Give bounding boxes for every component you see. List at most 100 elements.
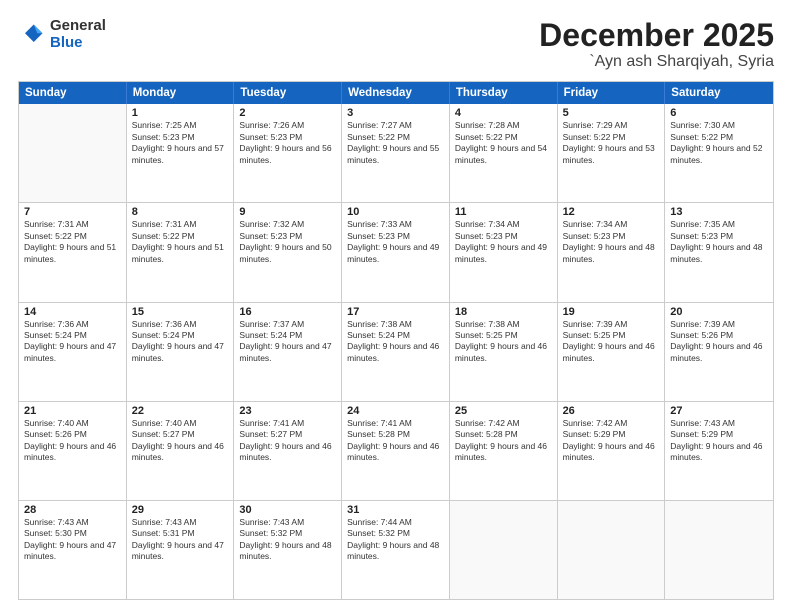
day-number: 5 bbox=[563, 107, 660, 119]
day-info: Sunrise: 7:34 AM Sunset: 5:23 PM Dayligh… bbox=[455, 219, 552, 265]
header-thursday: Thursday bbox=[450, 82, 558, 104]
cal-cell-r3-c1: 22Sunrise: 7:40 AM Sunset: 5:27 PM Dayli… bbox=[127, 402, 235, 500]
cal-cell-r0-c4: 4Sunrise: 7:28 AM Sunset: 5:22 PM Daylig… bbox=[450, 104, 558, 202]
day-info: Sunrise: 7:36 AM Sunset: 5:24 PM Dayligh… bbox=[24, 319, 121, 365]
cal-cell-r2-c4: 18Sunrise: 7:38 AM Sunset: 5:25 PM Dayli… bbox=[450, 303, 558, 401]
day-info: Sunrise: 7:30 AM Sunset: 5:22 PM Dayligh… bbox=[670, 120, 768, 166]
day-info: Sunrise: 7:43 AM Sunset: 5:31 PM Dayligh… bbox=[132, 517, 229, 563]
cal-cell-r3-c4: 25Sunrise: 7:42 AM Sunset: 5:28 PM Dayli… bbox=[450, 402, 558, 500]
day-number: 17 bbox=[347, 306, 444, 318]
cal-cell-r4-c2: 30Sunrise: 7:43 AM Sunset: 5:32 PM Dayli… bbox=[234, 501, 342, 599]
cal-cell-r3-c0: 21Sunrise: 7:40 AM Sunset: 5:26 PM Dayli… bbox=[19, 402, 127, 500]
day-number: 11 bbox=[455, 206, 552, 218]
calendar-row-2: 14Sunrise: 7:36 AM Sunset: 5:24 PM Dayli… bbox=[19, 303, 773, 402]
day-info: Sunrise: 7:34 AM Sunset: 5:23 PM Dayligh… bbox=[563, 219, 660, 265]
cal-cell-r2-c2: 16Sunrise: 7:37 AM Sunset: 5:24 PM Dayli… bbox=[234, 303, 342, 401]
day-info: Sunrise: 7:32 AM Sunset: 5:23 PM Dayligh… bbox=[239, 219, 336, 265]
day-number: 2 bbox=[239, 107, 336, 119]
cal-cell-r0-c5: 5Sunrise: 7:29 AM Sunset: 5:22 PM Daylig… bbox=[558, 104, 666, 202]
calendar-row-1: 7Sunrise: 7:31 AM Sunset: 5:22 PM Daylig… bbox=[19, 203, 773, 302]
cal-cell-r3-c2: 23Sunrise: 7:41 AM Sunset: 5:27 PM Dayli… bbox=[234, 402, 342, 500]
calendar-row-3: 21Sunrise: 7:40 AM Sunset: 5:26 PM Dayli… bbox=[19, 402, 773, 501]
day-info: Sunrise: 7:31 AM Sunset: 5:22 PM Dayligh… bbox=[132, 219, 229, 265]
calendar-header: Sunday Monday Tuesday Wednesday Thursday… bbox=[19, 82, 773, 104]
day-info: Sunrise: 7:44 AM Sunset: 5:32 PM Dayligh… bbox=[347, 517, 444, 563]
day-info: Sunrise: 7:26 AM Sunset: 5:23 PM Dayligh… bbox=[239, 120, 336, 166]
day-number: 12 bbox=[563, 206, 660, 218]
title-month: December 2025 bbox=[539, 18, 774, 53]
day-number: 18 bbox=[455, 306, 552, 318]
cal-cell-r3-c6: 27Sunrise: 7:43 AM Sunset: 5:29 PM Dayli… bbox=[665, 402, 773, 500]
day-info: Sunrise: 7:43 AM Sunset: 5:32 PM Dayligh… bbox=[239, 517, 336, 563]
cal-cell-r2-c6: 20Sunrise: 7:39 AM Sunset: 5:26 PM Dayli… bbox=[665, 303, 773, 401]
day-number: 19 bbox=[563, 306, 660, 318]
day-number: 31 bbox=[347, 504, 444, 516]
day-info: Sunrise: 7:43 AM Sunset: 5:30 PM Dayligh… bbox=[24, 517, 121, 563]
cal-cell-r3-c5: 26Sunrise: 7:42 AM Sunset: 5:29 PM Dayli… bbox=[558, 402, 666, 500]
day-info: Sunrise: 7:43 AM Sunset: 5:29 PM Dayligh… bbox=[670, 418, 768, 464]
day-info: Sunrise: 7:37 AM Sunset: 5:24 PM Dayligh… bbox=[239, 319, 336, 365]
header-sunday: Sunday bbox=[19, 82, 127, 104]
day-info: Sunrise: 7:33 AM Sunset: 5:23 PM Dayligh… bbox=[347, 219, 444, 265]
day-number: 3 bbox=[347, 107, 444, 119]
header-friday: Friday bbox=[558, 82, 666, 104]
day-info: Sunrise: 7:27 AM Sunset: 5:22 PM Dayligh… bbox=[347, 120, 444, 166]
cal-cell-r0-c1: 1Sunrise: 7:25 AM Sunset: 5:23 PM Daylig… bbox=[127, 104, 235, 202]
day-info: Sunrise: 7:39 AM Sunset: 5:25 PM Dayligh… bbox=[563, 319, 660, 365]
title-block: December 2025 `Ayn ash Sharqiyah, Syria bbox=[539, 18, 774, 71]
cal-cell-r1-c4: 11Sunrise: 7:34 AM Sunset: 5:23 PM Dayli… bbox=[450, 203, 558, 301]
day-number: 4 bbox=[455, 107, 552, 119]
day-info: Sunrise: 7:28 AM Sunset: 5:22 PM Dayligh… bbox=[455, 120, 552, 166]
cal-cell-r2-c1: 15Sunrise: 7:36 AM Sunset: 5:24 PM Dayli… bbox=[127, 303, 235, 401]
cal-cell-r2-c0: 14Sunrise: 7:36 AM Sunset: 5:24 PM Dayli… bbox=[19, 303, 127, 401]
header: General Blue December 2025 `Ayn ash Shar… bbox=[18, 18, 774, 71]
logo-text: General Blue bbox=[50, 18, 106, 51]
day-info: Sunrise: 7:36 AM Sunset: 5:24 PM Dayligh… bbox=[132, 319, 229, 365]
day-number: 22 bbox=[132, 405, 229, 417]
day-number: 27 bbox=[670, 405, 768, 417]
day-number: 29 bbox=[132, 504, 229, 516]
cal-cell-r4-c5 bbox=[558, 501, 666, 599]
day-number: 23 bbox=[239, 405, 336, 417]
cal-cell-r0-c2: 2Sunrise: 7:26 AM Sunset: 5:23 PM Daylig… bbox=[234, 104, 342, 202]
day-info: Sunrise: 7:38 AM Sunset: 5:24 PM Dayligh… bbox=[347, 319, 444, 365]
day-info: Sunrise: 7:42 AM Sunset: 5:29 PM Dayligh… bbox=[563, 418, 660, 464]
header-saturday: Saturday bbox=[665, 82, 773, 104]
day-number: 9 bbox=[239, 206, 336, 218]
cal-cell-r1-c5: 12Sunrise: 7:34 AM Sunset: 5:23 PM Dayli… bbox=[558, 203, 666, 301]
cal-cell-r2-c5: 19Sunrise: 7:39 AM Sunset: 5:25 PM Dayli… bbox=[558, 303, 666, 401]
cal-cell-r4-c0: 28Sunrise: 7:43 AM Sunset: 5:30 PM Dayli… bbox=[19, 501, 127, 599]
day-number: 25 bbox=[455, 405, 552, 417]
day-info: Sunrise: 7:35 AM Sunset: 5:23 PM Dayligh… bbox=[670, 219, 768, 265]
day-number: 13 bbox=[670, 206, 768, 218]
logo-icon bbox=[18, 21, 46, 49]
header-tuesday: Tuesday bbox=[234, 82, 342, 104]
cal-cell-r1-c2: 9Sunrise: 7:32 AM Sunset: 5:23 PM Daylig… bbox=[234, 203, 342, 301]
day-number: 15 bbox=[132, 306, 229, 318]
logo: General Blue bbox=[18, 18, 106, 51]
day-info: Sunrise: 7:42 AM Sunset: 5:28 PM Dayligh… bbox=[455, 418, 552, 464]
cal-cell-r2-c3: 17Sunrise: 7:38 AM Sunset: 5:24 PM Dayli… bbox=[342, 303, 450, 401]
calendar: Sunday Monday Tuesday Wednesday Thursday… bbox=[18, 81, 774, 600]
day-number: 24 bbox=[347, 405, 444, 417]
header-wednesday: Wednesday bbox=[342, 82, 450, 104]
day-number: 1 bbox=[132, 107, 229, 119]
cal-cell-r4-c3: 31Sunrise: 7:44 AM Sunset: 5:32 PM Dayli… bbox=[342, 501, 450, 599]
day-info: Sunrise: 7:25 AM Sunset: 5:23 PM Dayligh… bbox=[132, 120, 229, 166]
page: General Blue December 2025 `Ayn ash Shar… bbox=[0, 0, 792, 612]
day-info: Sunrise: 7:31 AM Sunset: 5:22 PM Dayligh… bbox=[24, 219, 121, 265]
calendar-row-0: 1Sunrise: 7:25 AM Sunset: 5:23 PM Daylig… bbox=[19, 104, 773, 203]
cal-cell-r1-c6: 13Sunrise: 7:35 AM Sunset: 5:23 PM Dayli… bbox=[665, 203, 773, 301]
title-location: `Ayn ash Sharqiyah, Syria bbox=[539, 53, 774, 71]
day-number: 6 bbox=[670, 107, 768, 119]
cal-cell-r0-c0 bbox=[19, 104, 127, 202]
day-info: Sunrise: 7:40 AM Sunset: 5:26 PM Dayligh… bbox=[24, 418, 121, 464]
cal-cell-r1-c1: 8Sunrise: 7:31 AM Sunset: 5:22 PM Daylig… bbox=[127, 203, 235, 301]
logo-blue: Blue bbox=[50, 35, 106, 52]
cal-cell-r0-c3: 3Sunrise: 7:27 AM Sunset: 5:22 PM Daylig… bbox=[342, 104, 450, 202]
logo-general: General bbox=[50, 18, 106, 35]
calendar-body: 1Sunrise: 7:25 AM Sunset: 5:23 PM Daylig… bbox=[19, 104, 773, 599]
cal-cell-r3-c3: 24Sunrise: 7:41 AM Sunset: 5:28 PM Dayli… bbox=[342, 402, 450, 500]
day-number: 28 bbox=[24, 504, 121, 516]
header-monday: Monday bbox=[127, 82, 235, 104]
